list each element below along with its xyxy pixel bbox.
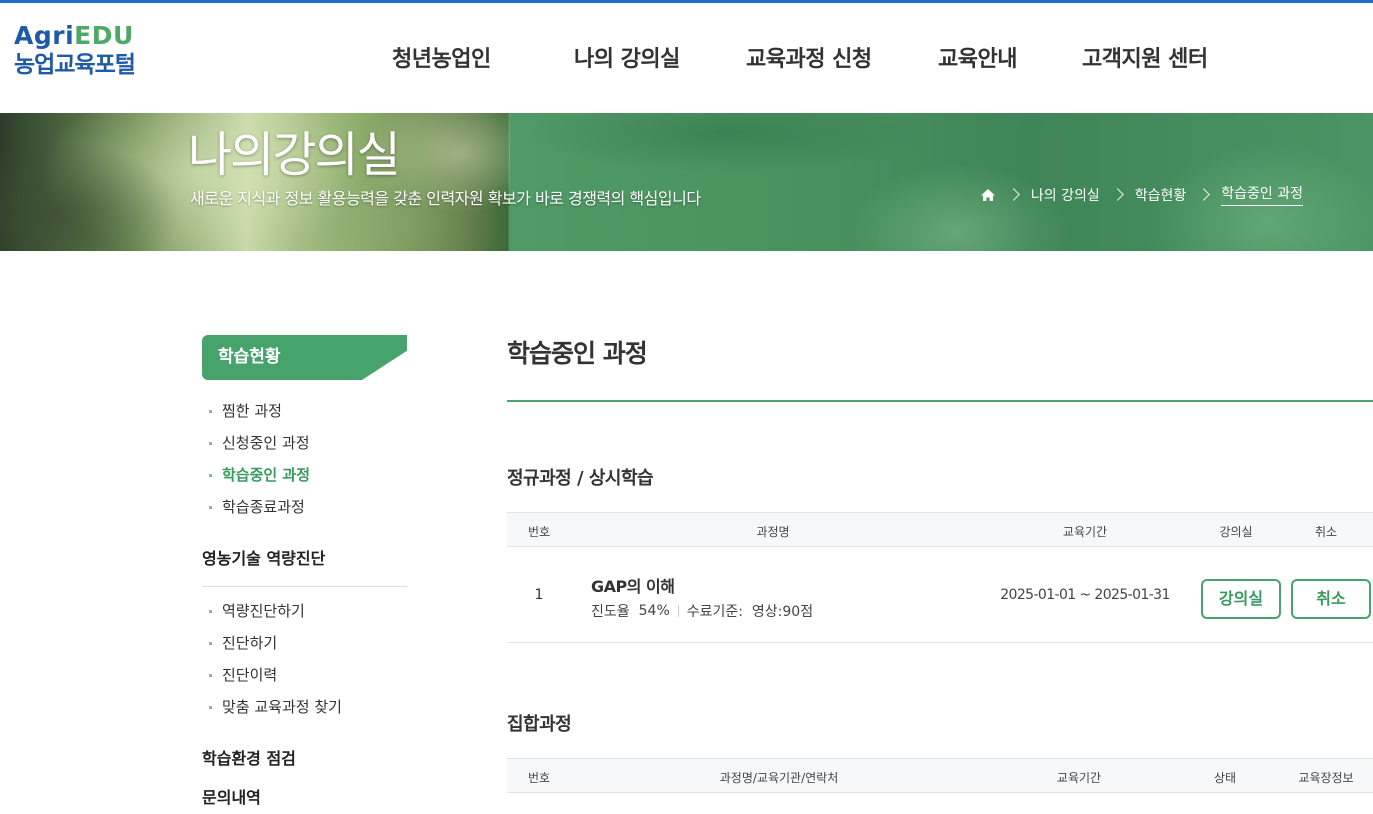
col-no: 번호 <box>527 771 551 785</box>
col-course-org-contact: 과정명/교육기관/연락처 <box>719 771 839 785</box>
course-meta: 진도율 54% 수료기준: 영상:90점 <box>591 601 813 621</box>
breadcrumb-my-classroom[interactable]: 나의 강의실 <box>1031 185 1100 205</box>
progress-label: 진도율 <box>591 604 630 620</box>
col-no: 번호 <box>527 525 551 539</box>
cancel-button[interactable]: 취소 <box>1291 579 1371 619</box>
nav-course-apply[interactable]: 교육과정 신청 <box>746 41 872 73</box>
sidebar-item-learning[interactable]: 학습중인 과정 <box>202 459 407 491</box>
home-icon[interactable] <box>980 187 996 203</box>
chevron-right-icon <box>1197 188 1211 201</box>
nav-my-classroom[interactable]: 나의 강의실 <box>574 41 680 73</box>
chevron-right-icon <box>1110 188 1124 201</box>
site-logo[interactable]: AgriEDU 농업교육포털 <box>14 21 136 79</box>
logo-edu: EDU <box>74 21 134 50</box>
page-title: 학습중인 과정 <box>507 339 648 368</box>
classroom-button[interactable]: 강의실 <box>1201 579 1281 619</box>
sidebar-divider <box>202 586 407 587</box>
nav-edu-guide[interactable]: 교육안내 <box>938 41 1017 73</box>
sidebar-item-diagnose[interactable]: 진단하기 <box>202 627 407 659</box>
col-course-name: 과정명 <box>756 525 790 539</box>
nav-support-center[interactable]: 고객지원 센터 <box>1082 41 1208 73</box>
nav-youth-farmer[interactable]: 청년농업인 <box>392 41 491 73</box>
table-header-group: 번호 과정명/교육기관/연락처 교육기간 상태 교육장정보 <box>507 758 1373 793</box>
sidebar-item-find-course[interactable]: 맞춤 교육과정 찾기 <box>202 691 407 723</box>
banner-subtitle: 새로운 지식과 정보 활용능력을 갖춘 인력자원 확보가 바로 경쟁력의 핵심입… <box>190 189 701 208</box>
logo-korean: 농업교육포털 <box>14 52 136 78</box>
meta-separator <box>677 605 679 617</box>
col-period: 교육기간 <box>1062 525 1108 539</box>
course-period: 2025-01-01 ~ 2025-01-31 <box>1000 587 1170 603</box>
sidebar: 학습현황 찜한 과정 신청중인 과정 학습중인 과정 학습종료과정 영농기술 역… <box>202 335 407 808</box>
progress-value: 54% <box>638 603 670 619</box>
sidebar-head-learning-status[interactable]: 학습현황 <box>202 335 407 380</box>
sidebar-item-wishlist[interactable]: 찜한 과정 <box>202 395 407 427</box>
breadcrumb-current[interactable]: 학습중인 과정 <box>1221 183 1303 206</box>
banner-photo-right <box>507 113 1373 251</box>
breadcrumb: 나의 강의실 학습현황 학습중인 과정 <box>980 183 1303 206</box>
site-header: AgriEDU 농업교육포털 청년농업인 나의 강의실 교육과정 신청 교육안내… <box>0 3 1373 113</box>
col-cancel: 취소 <box>1314 525 1338 539</box>
sidebar-group-diagnosis[interactable]: 영농기술 역량진단 <box>202 545 407 572</box>
chevron-right-icon <box>1007 188 1020 201</box>
col-classroom: 강의실 <box>1219 525 1253 539</box>
sidebar-list-diagnosis: 역량진단하기 진단하기 진단이력 맞춤 교육과정 찾기 <box>202 595 407 723</box>
title-divider <box>507 400 1373 402</box>
sidebar-item-applying[interactable]: 신청중인 과정 <box>202 427 407 459</box>
row-number: 1 <box>534 587 544 603</box>
banner-title: 나의강의실 <box>188 127 401 183</box>
sidebar-item-completed[interactable]: 학습종료과정 <box>202 491 407 523</box>
col-status: 상태 <box>1213 771 1237 785</box>
sidebar-group-inquiries[interactable]: 문의내역 <box>202 784 407 808</box>
col-period: 교육기간 <box>1056 771 1102 785</box>
logo-agri: Agri <box>14 21 75 50</box>
table-header-regular: 번호 과정명 교육기간 강의실 취소 <box>507 512 1373 547</box>
sidebar-list-learning: 찜한 과정 신청중인 과정 학습중인 과정 학습종료과정 <box>202 395 407 523</box>
page-banner: 나의강의실 새로운 지식과 정보 활용능력을 갖춘 인력자원 확보가 바로 경쟁… <box>0 113 1373 251</box>
col-venue-info: 교육장정보 <box>1298 771 1354 785</box>
table-row: 1 GAP의 이해 진도율 54% 수료기준: 영상:90점 2025-01-0… <box>507 547 1373 643</box>
section-title-group: 집합과정 <box>507 714 572 735</box>
logo-english: AgriEDU <box>14 21 135 51</box>
sidebar-item-diagnosis-history[interactable]: 진단이력 <box>202 659 407 691</box>
section-title-regular: 정규과정 / 상시학습 <box>507 468 654 489</box>
course-title[interactable]: GAP의 이해 <box>591 573 675 597</box>
sidebar-item-competency-diagnosis[interactable]: 역량진단하기 <box>202 595 407 627</box>
breadcrumb-learning-status[interactable]: 학습현황 <box>1135 185 1187 205</box>
sidebar-group-env-check[interactable]: 학습환경 점검 <box>202 745 407 772</box>
completion-criteria: 수료기준: 영상:90점 <box>686 604 814 620</box>
